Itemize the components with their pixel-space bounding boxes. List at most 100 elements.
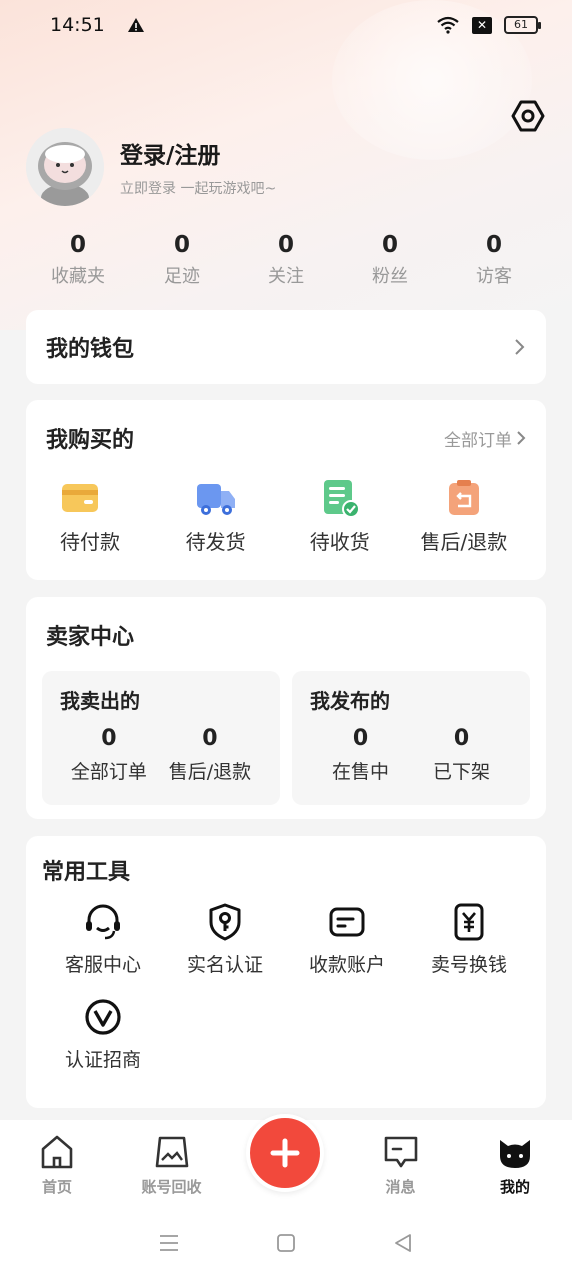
settings-button[interactable]: [510, 98, 546, 134]
common-tools-card: 常用工具 客服中心 实名认证 收款账户 卖号换钱 认证招商: [26, 836, 546, 1108]
tool-label: 卖号换钱: [430, 954, 507, 976]
tool-payment-account[interactable]: 收款账户: [286, 902, 408, 977]
stat-label: 收藏夹: [51, 266, 105, 287]
order-pending-payment[interactable]: 待付款: [46, 478, 154, 555]
my-published-stats: 0 在售中 0 已下架: [310, 726, 512, 784]
stat-following[interactable]: 0 关注: [234, 232, 338, 288]
sold-after-sales[interactable]: 0 售后/退款: [169, 726, 251, 784]
order-status-row: 待付款 待发货 待收货 售后/退款: [46, 478, 526, 555]
seller-stat-label: 全部订单: [70, 761, 147, 783]
my-sold-box[interactable]: 我卖出的 0 全部订单 0 售后/退款: [42, 671, 280, 805]
published-on-sale[interactable]: 0 在售中: [332, 726, 389, 784]
my-published-title: 我发布的: [310, 689, 390, 713]
order-pending-shipment[interactable]: 待发货: [154, 478, 278, 555]
stat-value: 0: [485, 232, 502, 258]
profile-section[interactable]: 登录/注册 立即登录 一起玩游戏吧~: [26, 128, 276, 206]
wallet-icon: [62, 484, 98, 512]
home-square-icon[interactable]: [274, 1231, 298, 1255]
common-tools-title: 常用工具: [42, 860, 131, 885]
published-delisted[interactable]: 0 已下架: [433, 726, 490, 784]
stat-label: 访客: [476, 266, 512, 287]
tool-label: 收款账户: [308, 954, 385, 976]
astronaut-avatar-icon: [26, 128, 104, 206]
stat-label: 关注: [268, 266, 304, 287]
avatar[interactable]: [26, 128, 104, 206]
truck-icon: [196, 484, 235, 515]
wifi-icon: [437, 16, 459, 34]
stat-value: 0: [277, 232, 294, 258]
order-label: 待付款: [60, 530, 120, 554]
battery-level: 61: [514, 18, 528, 31]
wallet-title: 我的钱包: [46, 337, 135, 362]
purchases-header: 我购买的 全部订单: [46, 422, 526, 454]
stats-row: 0 收藏夹 0 足迹 0 关注 0 粉丝 0 访客: [26, 232, 546, 288]
seller-stat-value: 0: [101, 726, 117, 751]
refund-icon: [448, 480, 479, 515]
tool-label: 认证招商: [64, 1049, 141, 1071]
headset-icon: [86, 904, 120, 940]
nav-label: 消息: [385, 1178, 416, 1196]
message-icon: [384, 1136, 417, 1168]
nav-label: 我的: [499, 1178, 530, 1196]
seller-stat-label: 在售中: [331, 761, 389, 783]
nav-mine[interactable]: 我的: [458, 1134, 572, 1197]
seller-stat-value: 0: [453, 726, 470, 751]
stat-value: 0: [69, 232, 86, 258]
login-subtitle: 立即登录 一起玩游戏吧~: [120, 181, 277, 197]
stat-value: 0: [173, 232, 190, 258]
nav-label: 账号回收: [141, 1178, 202, 1196]
status-time: 14:51: [50, 14, 105, 36]
stat-label: 足迹: [164, 266, 200, 287]
stat-favorites[interactable]: 0 收藏夹: [26, 232, 130, 288]
nav-messages[interactable]: 消息: [344, 1134, 458, 1197]
wallet-card[interactable]: 我的钱包: [26, 310, 546, 384]
all-orders-label: 全部订单: [444, 430, 512, 451]
publish-button[interactable]: [246, 1114, 324, 1192]
v-badge-icon: [85, 999, 121, 1035]
sold-all-orders[interactable]: 0 全部订单: [71, 726, 147, 784]
stat-label: 粉丝: [372, 266, 408, 287]
all-orders-link[interactable]: 全部订单: [444, 426, 526, 451]
chevron-right-icon: [515, 339, 525, 355]
seller-stat-label: 售后/退款: [168, 761, 252, 783]
order-after-sales[interactable]: 售后/退款: [402, 478, 526, 555]
status-bar: 14:51 ✕ 61: [0, 0, 572, 50]
status-right: ✕ 61: [436, 16, 541, 34]
shield-key-icon: [209, 903, 241, 941]
warning-icon: [127, 18, 144, 32]
back-icon[interactable]: [391, 1231, 415, 1255]
stat-fans[interactable]: 0 粉丝: [338, 232, 442, 288]
battery-icon: 61: [504, 16, 541, 34]
receipt-check-icon: [323, 480, 360, 518]
no-sim-icon: ✕: [472, 16, 492, 34]
my-sold-title: 我卖出的: [60, 689, 140, 713]
order-pending-receipt[interactable]: 待收货: [278, 478, 402, 555]
menu-icon[interactable]: [157, 1231, 181, 1255]
tool-sell-account[interactable]: 卖号换钱: [408, 902, 530, 977]
purchases-title: 我购买的: [46, 428, 135, 453]
stat-footprints[interactable]: 0 足迹: [130, 232, 234, 288]
nav-home[interactable]: 首页: [0, 1134, 114, 1197]
status-left: 14:51: [50, 14, 145, 36]
nav-account-recycle[interactable]: 账号回收: [115, 1134, 229, 1197]
order-label: 待发货: [185, 530, 246, 554]
my-published-box[interactable]: 我发布的 0 在售中 0 已下架: [292, 671, 530, 805]
tool-certified-merchants[interactable]: 认证招商: [42, 997, 164, 1072]
tool-label: 实名认证: [186, 954, 263, 976]
nav-label: 首页: [41, 1178, 72, 1196]
recycle-box-icon: [155, 1136, 188, 1168]
gear-icon: [511, 100, 545, 132]
tool-label: 客服中心: [64, 954, 141, 976]
tool-real-name-verification[interactable]: 实名认证: [164, 902, 286, 977]
stat-visitors[interactable]: 0 访客: [442, 232, 546, 288]
order-label: 售后/退款: [420, 530, 508, 554]
login-register-title[interactable]: 登录/注册: [120, 136, 276, 170]
seller-center-card: 卖家中心 我卖出的 0 全部订单 0 售后/退款 我发布的 0 在售中 0 已下…: [26, 597, 546, 819]
my-sold-stats: 0 全部订单 0 售后/退款: [60, 726, 262, 784]
system-nav-bar: [0, 1206, 572, 1280]
tool-customer-service[interactable]: 客服中心: [42, 902, 164, 977]
plus-icon: [270, 1138, 300, 1168]
cat-icon: [500, 1140, 530, 1168]
seller-grid: 我卖出的 0 全部订单 0 售后/退款 我发布的 0 在售中 0 已下架: [42, 671, 530, 805]
home-icon: [41, 1135, 73, 1169]
